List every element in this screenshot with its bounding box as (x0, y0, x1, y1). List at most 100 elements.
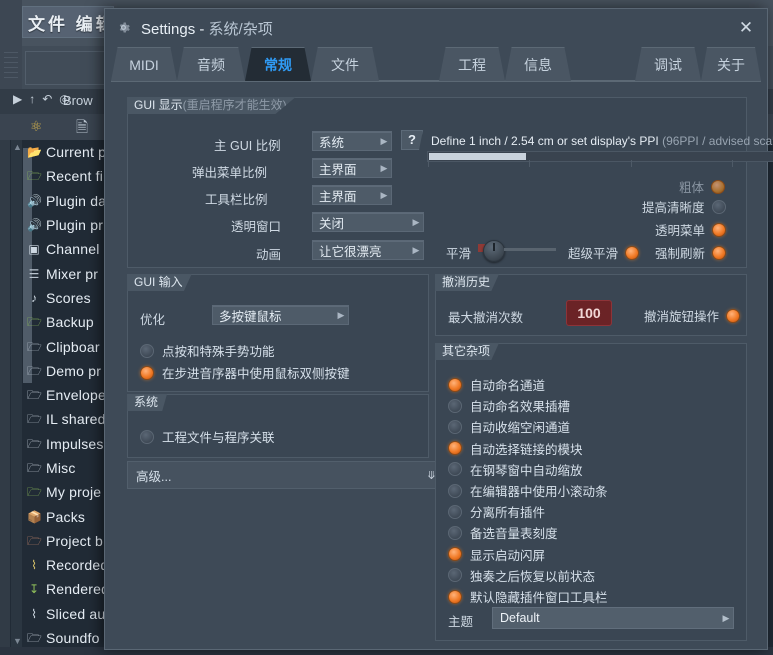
browser-item-scores[interactable]: ♪ Scores (24, 286, 114, 310)
misc-option-led[interactable] (448, 377, 462, 392)
help-button[interactable]: ? (401, 130, 423, 150)
ppi-slider-ticks (428, 160, 773, 167)
theme-value: Default (500, 611, 540, 625)
chevron-right-icon: ▶ (380, 189, 388, 200)
browser-item-backup[interactable]: 🗁 Backup (24, 310, 114, 334)
dialog-title-sub: 系统/杂项 (208, 21, 273, 38)
undo-knob-led[interactable] (726, 308, 741, 323)
theme-combo[interactable]: Default ▶ (492, 607, 734, 629)
animation-combo[interactable]: 让它很漂亮 ▶ (312, 240, 424, 260)
browser-item-misc[interactable]: 🗁 Misc (24, 456, 114, 480)
misc-option-row[interactable]: 分离所有插件 (448, 502, 545, 521)
main-gui-scale-combo[interactable]: 系统 ▶ (312, 131, 392, 151)
browser-item-current-p[interactable]: 📂 Current p (24, 140, 114, 164)
tab-4[interactable]: 文件 (311, 47, 379, 81)
folder-icon: 🗁 (27, 461, 42, 475)
browser-item-clipboar[interactable]: 🗁 Clipboar (24, 334, 114, 358)
misc-option-row[interactable]: 备选音量表刻度 (448, 523, 558, 542)
step-sequencer-option-led[interactable] (140, 365, 154, 380)
super-smooth-led[interactable] (625, 245, 640, 260)
document-icon[interactable]: 🗎 (76, 117, 88, 142)
misc-option-led[interactable] (448, 589, 462, 604)
misc-option-row[interactable]: 在钢琴窗中自动缩放 (448, 460, 583, 479)
chevron-right-icon: ▶ (412, 244, 420, 255)
dialog-titlebar[interactable]: Settings - 系统/杂项 ✕ (105, 9, 767, 45)
browser-item-label: Misc (46, 460, 76, 476)
scroll-down-icon[interactable]: ▼ (13, 636, 22, 646)
up-arrow-icon[interactable]: ↑ (29, 93, 35, 105)
misc-option-led[interactable] (448, 504, 462, 519)
browser-item-my-proje[interactable]: 🗁 My proje (24, 480, 114, 504)
misc-option-row[interactable]: 独奏之后恢复以前状态 (448, 566, 595, 585)
browser-item-rendered[interactable]: ↧ Rendered (24, 577, 114, 601)
browser-item-project-b[interactable]: 🗁 Project b (24, 529, 114, 553)
browser-scrollbar[interactable] (11, 140, 32, 655)
gesture-option-led[interactable] (140, 343, 154, 358)
browser-item-channel[interactable]: ▣ Channel (24, 237, 114, 261)
browser-item-plugin-pr[interactable]: 🔊 Plugin pr (24, 213, 114, 237)
browser-item-demo-pr[interactable]: 🗁 Demo pr (24, 359, 114, 383)
misc-option-led[interactable] (448, 547, 462, 562)
misc-option-row[interactable]: 自动命名通道 (448, 375, 545, 394)
waveform-icon[interactable]: ⚛ (30, 118, 43, 135)
scroll-up-icon[interactable]: ▲ (13, 142, 22, 152)
browser-item-sliced-au[interactable]: ⌇ Sliced au (24, 602, 114, 626)
close-icon[interactable]: ✕ (737, 19, 755, 37)
browser-item-packs[interactable]: 📦 Packs (24, 504, 114, 528)
misc-option-row[interactable]: 显示启动闪屏 (448, 545, 545, 564)
misc-option-row[interactable]: 自动收缩空闲通道 (448, 417, 570, 436)
undo-knob-toggle[interactable]: 撤消旋钮操作 (644, 306, 741, 325)
advanced-bar[interactable]: 高级... ⤋ (127, 461, 445, 489)
tab-3[interactable]: 常规 (245, 47, 311, 81)
popup-menu-scale-combo[interactable]: 主界面 ▶ (312, 158, 392, 178)
tab-6[interactable]: 信息 (505, 47, 571, 81)
misc-option-led[interactable] (448, 441, 462, 456)
toolbar-scale-combo[interactable]: 主界面 ▶ (312, 185, 392, 205)
force-refresh-led[interactable] (712, 245, 727, 260)
misc-option-row[interactable]: 默认隐藏插件窗口工具栏 (448, 587, 608, 606)
misc-option-row[interactable]: 在编辑器中使用小滚动条 (448, 481, 608, 500)
browser-item-mixer-pr[interactable]: ☰ Mixer pr (24, 261, 114, 285)
browser-item-plugin-da[interactable]: 🔊 Plugin da (24, 189, 114, 213)
step-sequencer-option-row[interactable]: 在步进音序器中使用鼠标双侧按键 (140, 363, 350, 382)
browser-item-label: Clipboar (46, 338, 100, 355)
transparent-menu-led[interactable] (712, 222, 727, 237)
browser-item-il-shared[interactable]: 🗁 IL shared (24, 407, 114, 431)
undo-icon[interactable]: ↶ (42, 93, 52, 105)
associate-project-files-led[interactable] (140, 429, 154, 444)
sharpen-toggle[interactable]: 提高清晰度 (642, 197, 726, 216)
play-icon[interactable]: ▶ (13, 93, 22, 105)
bold-toggle[interactable]: 粗体 (679, 177, 726, 196)
tab-8[interactable]: 关于 (701, 47, 761, 81)
browser-item-recorded[interactable]: ⌇ Recorded (24, 553, 114, 577)
gesture-option-row[interactable]: 点按和特殊手势功能 (140, 341, 275, 360)
misc-option-led[interactable] (448, 483, 462, 498)
tab-2[interactable]: 音频 (177, 47, 245, 81)
force-refresh-toggle[interactable]: 强制刷新 (655, 243, 727, 262)
transparent-menu-toggle[interactable]: 透明菜单 (655, 220, 727, 239)
super-smooth-toggle[interactable]: 超级平滑 (568, 243, 640, 262)
browser-item-recent-fi[interactable]: 🗁 Recent fi (24, 164, 114, 188)
transparent-window-combo[interactable]: 关闭 ▶ (312, 212, 424, 232)
associate-project-files-row[interactable]: 工程文件与程序关联 (140, 427, 275, 446)
bold-led[interactable] (711, 179, 726, 194)
tab-1[interactable]: MIDI (111, 47, 177, 81)
chevron-right-icon: ▶ (412, 216, 420, 227)
misc-option-led[interactable] (448, 398, 462, 413)
misc-option-label: 在钢琴窗中自动缩放 (470, 463, 583, 478)
misc-option-led[interactable] (448, 525, 462, 540)
sharpen-led[interactable] (711, 199, 726, 214)
misc-option-row[interactable]: 自动命名效果插槽 (448, 396, 570, 415)
browser-item-envelope[interactable]: 🗁 Envelope (24, 383, 114, 407)
tab-7[interactable]: 调试 (635, 47, 701, 81)
misc-option-led[interactable] (448, 568, 462, 583)
misc-option-led[interactable] (448, 462, 462, 477)
smooth-knob[interactable] (483, 240, 505, 262)
browser-item-impulses[interactable]: 🗁 Impulses (24, 432, 114, 456)
misc-option-led[interactable] (448, 419, 462, 434)
misc-option-row[interactable]: 自动选择链接的模块 (448, 439, 583, 458)
optimize-combo[interactable]: 多按键鼠标 ▶ (212, 305, 349, 325)
max-undo-value[interactable]: 100 (566, 300, 612, 326)
main-menu[interactable]: 文件 编辑 (28, 10, 116, 35)
tab-5[interactable]: 工程 (439, 47, 505, 81)
